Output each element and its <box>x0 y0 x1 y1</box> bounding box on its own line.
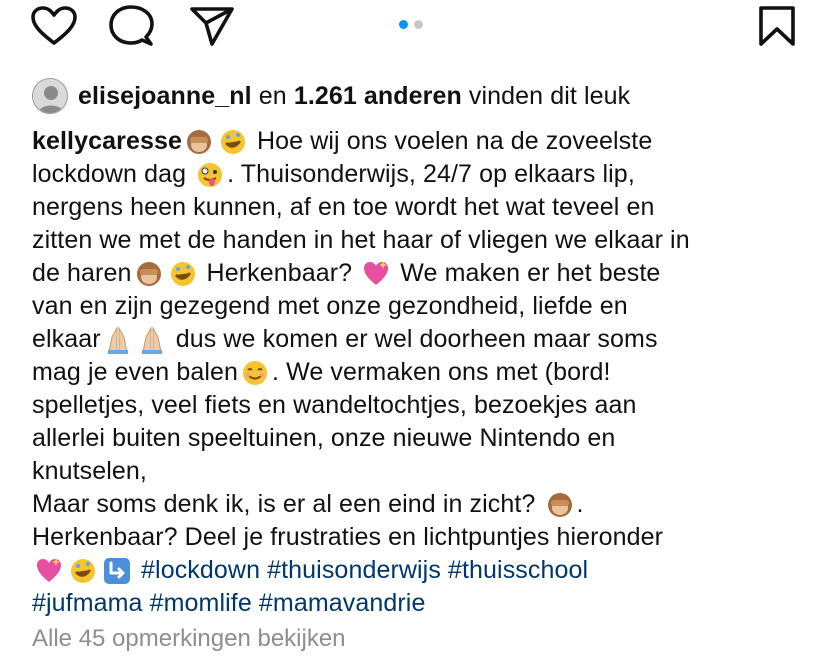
caption-line: nergens heen kunnen, af en toe wordt het… <box>32 193 655 221</box>
see-no-evil-monkey-icon <box>186 129 211 154</box>
caption-line: zitten we met de handen in het haar of v… <box>32 226 690 254</box>
smiling-face-icon <box>243 360 268 385</box>
heart-icon[interactable] <box>30 6 78 46</box>
hashtag-link[interactable]: #momlife <box>150 587 252 620</box>
caption-line: dus we komen er wel doorheen maar soms <box>168 325 658 353</box>
caption-line: Herkenbaar? <box>199 259 360 287</box>
caption-line: Herkenbaar? Deel je frustraties en licht… <box>32 523 664 551</box>
caption-line: de haren <box>32 259 132 287</box>
rolling-laughing-icon <box>220 129 245 154</box>
bookmark-icon[interactable] <box>757 5 797 47</box>
sparkling-heart-icon <box>364 260 389 285</box>
arrow-down-right-icon <box>104 557 130 584</box>
carousel-indicator <box>399 20 423 29</box>
hashtag-link[interactable]: #thuisonderwijs <box>267 554 441 587</box>
avatar[interactable] <box>32 78 68 114</box>
liker-username[interactable]: elisejoanne_nl <box>78 82 252 110</box>
view-comments-link[interactable]: Alle 45 opmerkingen bekijken <box>32 625 346 653</box>
hashtag-link[interactable]: #thuisschool <box>448 554 588 587</box>
comment-icon[interactable] <box>108 4 154 48</box>
see-no-evil-monkey-icon <box>547 492 572 517</box>
caption-line: knutselen, <box>32 457 147 485</box>
rolling-laughing-icon <box>71 558 95 583</box>
carousel-dot <box>414 20 423 29</box>
caption-line: We maken er het beste <box>393 259 661 287</box>
caption-line: . <box>576 490 584 518</box>
likes-suffix: vinden dit leuk <box>461 81 631 110</box>
likes-connector: en <box>251 81 294 110</box>
zany-face-icon <box>198 162 223 187</box>
caption-line: . We vermaken ons met (bord! <box>272 358 611 386</box>
send-icon[interactable] <box>188 5 236 47</box>
post-caption: kellycaresse Hoe wij ons voelen na de zo… <box>32 125 812 620</box>
caption-line: van en zijn gezegend met onze gezondheid… <box>32 292 628 320</box>
caption-line: Hoe wij ons voelen na de zoveelste <box>249 127 653 155</box>
caption-line: mag je even balen <box>32 358 239 386</box>
likes-summary: elisejoanne_nl en 1.261 anderen vinden d… <box>32 76 630 116</box>
hashtag-link[interactable]: #jufmama <box>32 587 143 620</box>
likes-count[interactable]: 1.261 anderen <box>294 82 462 110</box>
caption-line: elkaar <box>32 325 101 353</box>
hashtag-link[interactable]: #mamavandrie <box>259 587 426 620</box>
carousel-dot-active <box>399 20 408 29</box>
caption-username[interactable]: kellycaresse <box>32 125 182 158</box>
see-no-evil-monkey-icon <box>136 261 161 286</box>
caption-line: spelletjes, veel fiets en wandeltochtjes… <box>32 391 637 419</box>
caption-line: allerlei buiten speeltuinen, onze nieuwe… <box>32 424 616 452</box>
caption-line: Maar soms denk ik, is er al een eind in … <box>32 490 543 518</box>
hashtag-link[interactable]: #lockdown <box>141 554 260 587</box>
caption-line: lockdown dag <box>32 160 194 188</box>
sparkling-heart-icon <box>37 557 61 582</box>
caption-line: . Thuisonderwijs, 24/7 op elkaars lip, <box>227 160 635 188</box>
rolling-laughing-icon <box>170 261 195 286</box>
folded-hands-icon <box>141 325 162 354</box>
folded-hands-icon <box>107 325 128 354</box>
